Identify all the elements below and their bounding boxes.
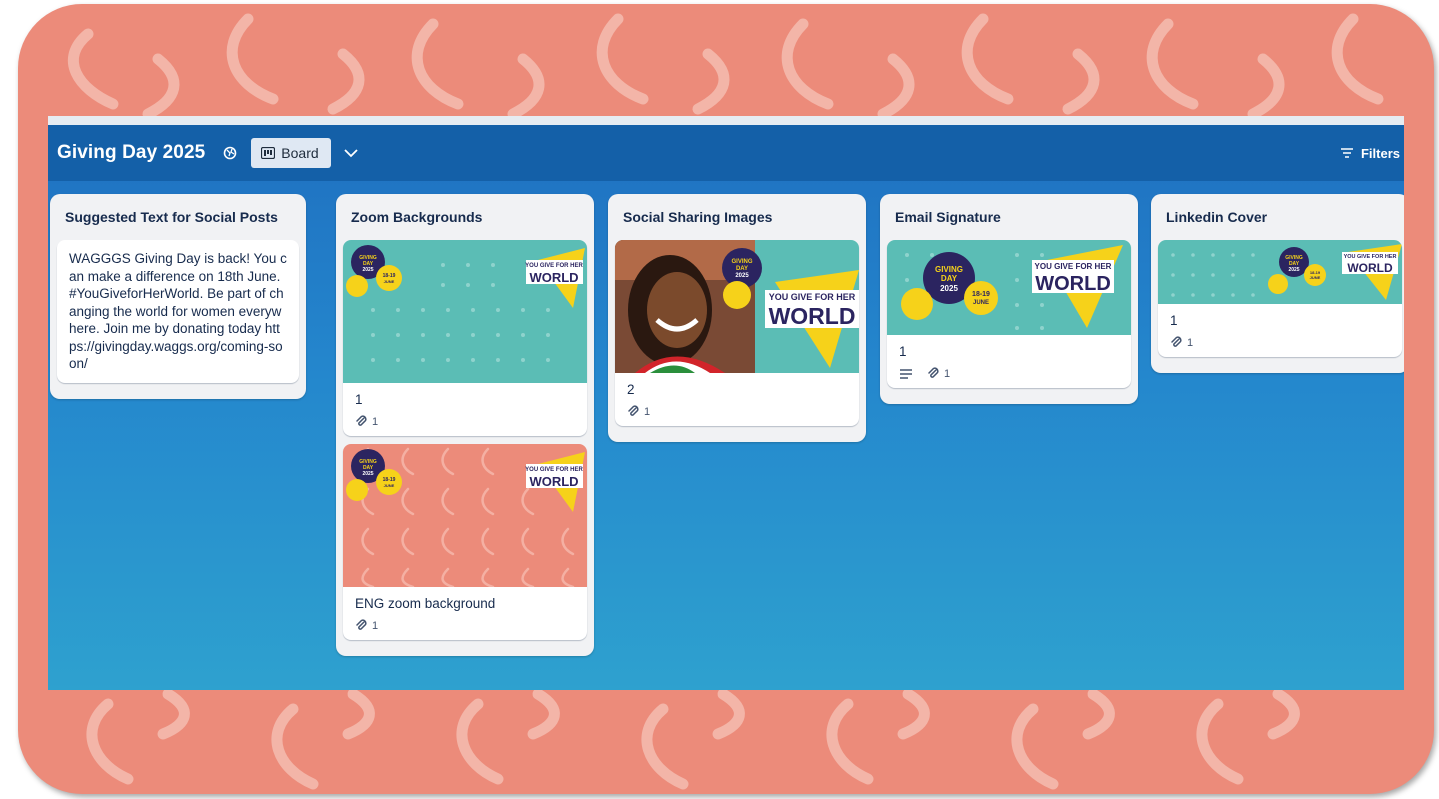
filters-label: Filters [1360,145,1400,161]
paperclip-icon [928,367,939,378]
card-cover-image: GIVING DAY 2025 18-19 JUNE YOU GIVE FOR … [343,240,587,383]
svg-text:YOU GIVE FOR HER: YOU GIVE FOR HER [1344,254,1397,260]
list-linkedin-cover: Linkedin Cover GIVING DAY 2025 18-19 JUN… [1151,194,1404,373]
svg-text:JUNE: JUNE [973,300,989,306]
card-badges: 1 [355,619,575,632]
list-title: Email Signature [895,209,1001,225]
attachment-count: 1 [372,415,379,428]
list-title: Linkedin Cover [1166,209,1268,225]
chevron-down-icon[interactable] [343,148,359,158]
board-view-button[interactable]: Board [251,138,331,168]
board-view-label: Board [281,145,319,161]
card-badges: 1 [899,367,1119,380]
attachment-count: 1 [944,367,951,380]
card-cover-image: GIVING DAY 2025 18-19 JUNE YOU GIVE FOR … [343,444,587,587]
card-email-signature[interactable]: GIVING DAY 2025 18-19 JUNE YOU GIVE FOR … [887,240,1131,388]
svg-text:YOU GIVE FOR HER: YOU GIVE FOR HER [525,263,583,269]
svg-text:JUNE: JUNE [384,483,395,488]
list-zoom-backgrounds: Zoom Backgrounds GIVING DAY 2025 18-19 J… [336,194,594,656]
card-title: ENG zoom background [355,596,496,611]
attachment-count: 1 [644,405,651,418]
attachment-count: 1 [372,619,379,632]
card-badges: 1 [355,415,575,428]
svg-text:DAY: DAY [941,274,958,283]
description-icon [900,368,912,379]
svg-text:YOU GIVE FOR HER: YOU GIVE FOR HER [525,467,583,473]
card-zoom-background-1[interactable]: GIVING DAY 2025 18-19 JUNE YOU GIVE FOR … [343,240,587,436]
svg-text:JUNE: JUNE [384,279,395,284]
svg-text:2025: 2025 [1288,267,1299,273]
card-cover-photo: GIVING DAY 2025 YOU GIVE FOR HER WORLD [615,240,859,373]
list-social-sharing-images: Social Sharing Images GIVING DAY 2025 YO… [608,194,866,442]
card-badges: 1 [627,405,847,418]
svg-text:JUNE: JUNE [1310,275,1321,280]
card-text: WAGGGS Giving Day is back! You can make … [69,251,287,371]
board-view-icon [261,147,276,159]
card-cover-image: GIVING DAY 2025 18-19 JUNE YOU GIVE FOR … [887,240,1131,335]
svg-text:GIVING: GIVING [935,265,963,274]
svg-text:2025: 2025 [362,471,373,477]
paperclip-icon [1171,336,1182,347]
svg-text:YOU GIVE FOR HER: YOU GIVE FOR HER [1035,262,1112,271]
list-title: Suggested Text for Social Posts [65,209,278,225]
decorative-frame: Giving Day 2025 Board Filters Suggested … [18,4,1434,794]
svg-text:WORLD: WORLD [1035,273,1111,295]
browser-strip [48,116,1404,125]
svg-text:GIVING: GIVING [731,259,752,265]
svg-text:2025: 2025 [735,273,749,279]
card-cover-image: GIVING DAY 2025 18-19 JUNE YOU GIVE FOR … [1158,240,1402,304]
svg-text:WORLD: WORLD [769,303,856,329]
card-badges: 1 [1170,336,1390,349]
card-eng-zoom-background[interactable]: GIVING DAY 2025 18-19 JUNE YOU GIVE FOR … [343,444,587,640]
svg-text:2025: 2025 [362,267,373,273]
globe-icon[interactable] [223,146,237,160]
card-title: 1 [1170,313,1178,328]
svg-text:WORLD: WORLD [529,474,578,489]
list-title: Social Sharing Images [623,209,773,225]
attachment-count: 1 [1187,336,1194,349]
list-title: Zoom Backgrounds [351,209,483,225]
paperclip-icon [356,619,367,630]
svg-text:2025: 2025 [940,284,958,293]
card-title: 2 [627,382,635,397]
paperclip-icon [356,415,367,426]
card-title: 1 [355,392,363,407]
svg-text:WORLD: WORLD [1347,261,1393,275]
filters-button[interactable]: Filters [1340,125,1400,181]
card-suggested-text[interactable]: WAGGGS Giving Day is back! You can make … [57,240,299,383]
svg-text:DAY: DAY [736,266,748,272]
board-title[interactable]: Giving Day 2025 [57,142,205,164]
list-suggested-text: Suggested Text for Social Posts WAGGGS G… [50,194,306,399]
paperclip-icon [628,405,639,416]
trello-board: Giving Day 2025 Board Filters Suggested … [48,116,1404,690]
board-header: Giving Day 2025 Board Filters [48,125,1404,181]
card-social-sharing-image[interactable]: GIVING DAY 2025 YOU GIVE FOR HER WORLD 2 [615,240,859,426]
svg-text:WORLD: WORLD [529,270,578,285]
list-email-signature: Email Signature GIVING DAY 2025 18-19 JU… [880,194,1138,404]
filter-icon [1340,148,1353,158]
svg-text:YOU GIVE FOR HER: YOU GIVE FOR HER [769,292,856,302]
svg-text:18-19: 18-19 [972,291,990,298]
card-title: 1 [899,344,907,359]
card-linkedin-cover[interactable]: GIVING DAY 2025 18-19 JUNE YOU GIVE FOR … [1158,240,1402,357]
